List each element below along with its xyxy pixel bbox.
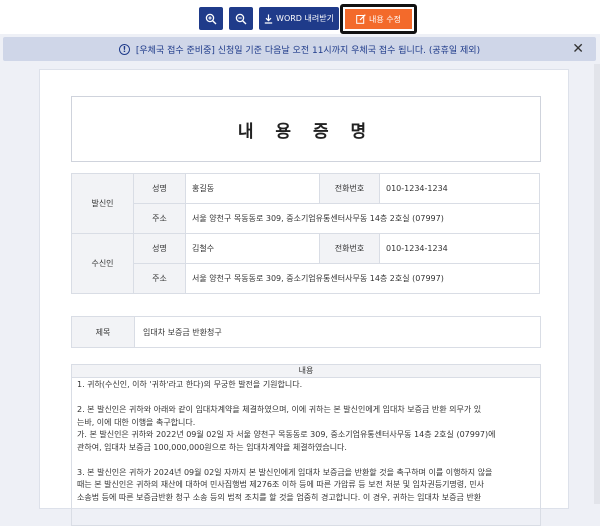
recipient-phone: 010-1234-1234 [379,233,540,264]
subject-label: 제목 [72,317,135,347]
party-table: 발신인 성명 홍길동 전화번호 010-1234-1234 주소 서울 양천구 … [71,173,540,294]
edit-highlight: 내용 수정 [340,4,417,34]
content-line: 2. 본 발신인은 귀하와 아래와 같이 임대차계약을 체결하였으며, 이에 귀… [77,405,482,414]
document-title: 내 용 증 명 [71,96,541,162]
content-line [77,454,535,467]
content-line: 는바, 이에 대한 이행을 촉구합니다. [77,417,196,427]
info-icon: ! [118,43,130,55]
content-line: 때는 본 발신인은 귀하의 재산에 대하여 민사집행법 제276조 이하 등에 … [77,480,484,489]
content-label: 내용 [72,365,540,378]
content-line: 소송법 등에 따른 보증금반환 청구 소송 등의 법적 조치를 할 것을 엄중히… [77,492,482,502]
zoom-out-button[interactable] [229,7,253,30]
subject-row: 제목 임대차 보증금 반환청구 [71,316,541,348]
sender-address-label: 주소 [133,203,186,234]
content-section: 내용 1. 귀하(수신인, 이하 '귀하'라고 한다)의 무궁한 발전을 기원합… [71,364,541,526]
edit-content-label: 내용 수정 [369,14,401,24]
toolbar: WORD 내려받기 내용 수정 [0,0,600,34]
zoom-in-button[interactable] [199,7,223,30]
subject-value: 임대차 보증금 반환청구 [143,327,222,337]
sender-address: 서울 양천구 목동동로 309, 중소기업유통센터사무동 14층 2호실 (07… [185,203,540,234]
content-body: 1. 귀하(수신인, 이하 '귀하'라고 한다)의 무궁한 발전을 기원합니다.… [72,378,540,505]
recipient-phone-label: 전화번호 [319,233,380,264]
recipient-section-label: 수신인 [71,233,134,294]
edit-content-button[interactable]: 내용 수정 [345,9,412,29]
recipient-address: 서울 양천구 목동동로 309, 중소기업유통센터사무동 14층 2호실 (07… [185,263,540,294]
zoom-out-icon [235,13,247,24]
sender-name-label: 성명 [133,173,186,204]
content-line: 관하여, 임대차 보증금 100,000,000원으로 하는 임대차계약을 체결… [77,442,347,452]
sender-name: 홍길동 [185,173,320,204]
sender-phone-label: 전화번호 [319,173,380,204]
notice-banner: ! [우체국 접수 준비중] 신청일 기준 다음날 오전 11시까지 우체국 접… [3,37,596,61]
close-icon[interactable]: ✕ [572,41,584,57]
sender-phone: 010-1234-1234 [379,173,540,204]
document-page: 내 용 증 명 발신인 성명 홍길동 전화번호 010-1234-1234 주소… [39,69,569,526]
recipient-name: 김철수 [185,233,320,264]
sender-section-label: 발신인 [71,173,134,234]
edit-icon [356,14,366,24]
zoom-in-icon [205,13,217,24]
word-download-button[interactable]: WORD 내려받기 [259,7,339,30]
content-line [77,392,535,405]
content-line: 가. 본 발신인은 귀하와 2022년 09월 02일 자 서울 양천구 목동동… [77,430,496,439]
recipient-name-label: 성명 [133,233,186,264]
word-download-label: WORD 내려받기 [276,14,334,23]
scrollbar-track[interactable] [594,64,600,504]
content-line: 3. 본 발신인은 귀하가 2024년 09월 02일 자까지 본 발신인에게 … [77,467,493,477]
download-icon [264,14,273,24]
recipient-address-label: 주소 [133,263,186,294]
notice-text: [우체국 접수 준비중] 신청일 기준 다음날 오전 11시까지 우체국 접수 … [135,45,481,56]
content-line: 1. 귀하(수신인, 이하 '귀하'라고 한다)의 무궁한 발전을 기원합니다. [77,380,303,389]
